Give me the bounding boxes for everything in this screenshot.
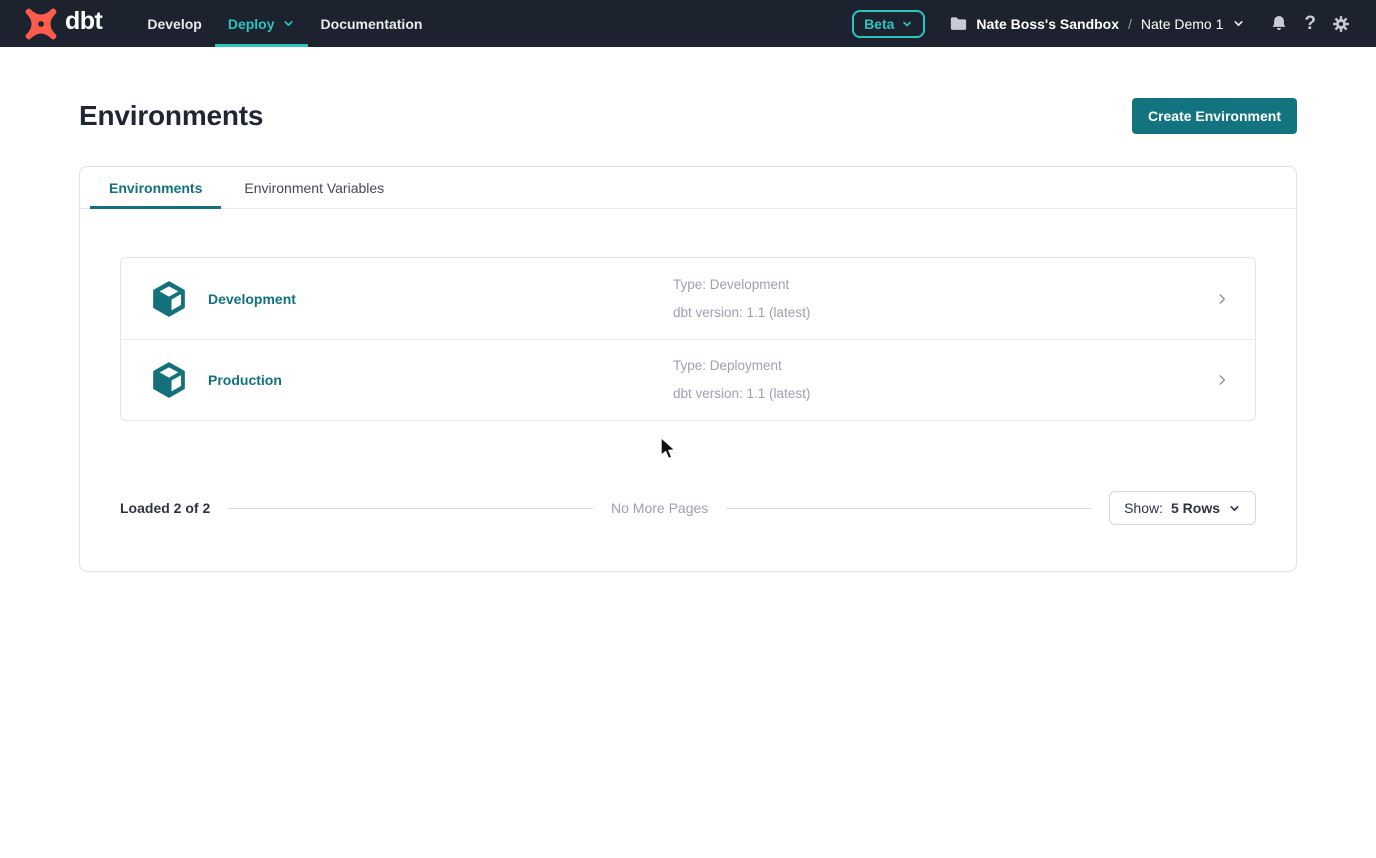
nav-item-develop[interactable]: Develop — [134, 0, 214, 47]
settings-gear-icon[interactable] — [1332, 15, 1350, 33]
nav-right-section: Beta Nate Boss's Sandbox / Nate Demo 1 — [852, 10, 1350, 38]
card-body: Development Type: Development dbt versio… — [80, 209, 1296, 571]
nav-item-deploy-label: Deploy — [228, 16, 275, 32]
divider-line — [726, 508, 1091, 509]
question-glyph: ? — [1304, 14, 1316, 33]
environment-row-production[interactable]: Production Type: Deployment dbt version:… — [121, 339, 1255, 420]
chevron-down-icon — [1232, 17, 1245, 30]
environment-version: dbt version: 1.1 (latest) — [673, 380, 1203, 408]
environment-cube-icon — [150, 280, 188, 318]
chevron-right-icon — [1215, 373, 1229, 387]
tab-environment-variables[interactable]: Environment Variables — [223, 167, 405, 208]
chevron-down-icon — [1228, 502, 1241, 515]
environment-cube-icon — [150, 361, 188, 399]
nav-item-deploy[interactable]: Deploy — [215, 0, 308, 47]
pagination-bar: Loaded 2 of 2 No More Pages Show: 5 Rows — [120, 491, 1256, 525]
environments-card: Environments Environment Variables Devel… — [79, 166, 1297, 572]
question-mark-icon[interactable]: ? — [1304, 14, 1316, 33]
show-label: Show: — [1124, 500, 1163, 516]
beta-dropdown[interactable]: Beta — [852, 10, 925, 38]
loaded-count-label: Loaded 2 of 2 — [120, 500, 210, 516]
environment-row-left: Production — [150, 361, 673, 399]
folder-icon — [950, 16, 967, 31]
card-tabs: Environments Environment Variables — [80, 167, 1296, 209]
environment-row-development[interactable]: Development Type: Development dbt versio… — [121, 258, 1255, 339]
account-name: Nate Boss's Sandbox — [976, 16, 1119, 32]
page-header: Environments Create Environment — [0, 98, 1376, 134]
nav-icon-buttons: ? — [1270, 14, 1350, 33]
environment-link[interactable]: Production — [208, 372, 282, 388]
environment-row-left: Development — [150, 280, 673, 318]
primary-nav: Develop Deploy Documentation — [134, 0, 435, 47]
divider-line — [228, 508, 593, 509]
create-environment-button[interactable]: Create Environment — [1132, 98, 1297, 134]
dbt-logo-text: dbt — [65, 9, 102, 38]
environment-meta: Type: Deployment dbt version: 1.1 (lates… — [673, 352, 1203, 408]
chevron-down-icon — [901, 18, 913, 30]
breadcrumb-separator: / — [1128, 16, 1132, 32]
no-more-pages-label: No More Pages — [611, 500, 708, 516]
top-nav: dbt Develop Deploy Documentation Beta Na… — [0, 0, 1376, 47]
show-value: 5 Rows — [1171, 500, 1220, 516]
environment-meta: Type: Development dbt version: 1.1 (late… — [673, 271, 1203, 327]
tab-environments[interactable]: Environments — [88, 167, 223, 208]
dbt-logo-icon — [24, 7, 58, 41]
rows-per-page-dropdown[interactable]: Show: 5 Rows — [1109, 491, 1256, 525]
beta-label: Beta — [864, 16, 894, 32]
page-title: Environments — [79, 100, 263, 132]
project-name: Nate Demo 1 — [1141, 16, 1223, 32]
account-project-switcher[interactable]: Nate Boss's Sandbox / Nate Demo 1 — [950, 16, 1245, 32]
nav-item-documentation[interactable]: Documentation — [308, 0, 436, 47]
dbt-logo[interactable]: dbt — [24, 7, 102, 41]
environment-type: Type: Deployment — [673, 352, 1203, 380]
environment-version: dbt version: 1.1 (latest) — [673, 299, 1203, 327]
environment-link[interactable]: Development — [208, 291, 296, 307]
chevron-right-icon — [1215, 292, 1229, 306]
chevron-down-icon — [282, 17, 295, 30]
notifications-bell-icon[interactable] — [1270, 14, 1288, 33]
environment-type: Type: Development — [673, 271, 1203, 299]
environment-list: Development Type: Development dbt versio… — [120, 257, 1256, 421]
